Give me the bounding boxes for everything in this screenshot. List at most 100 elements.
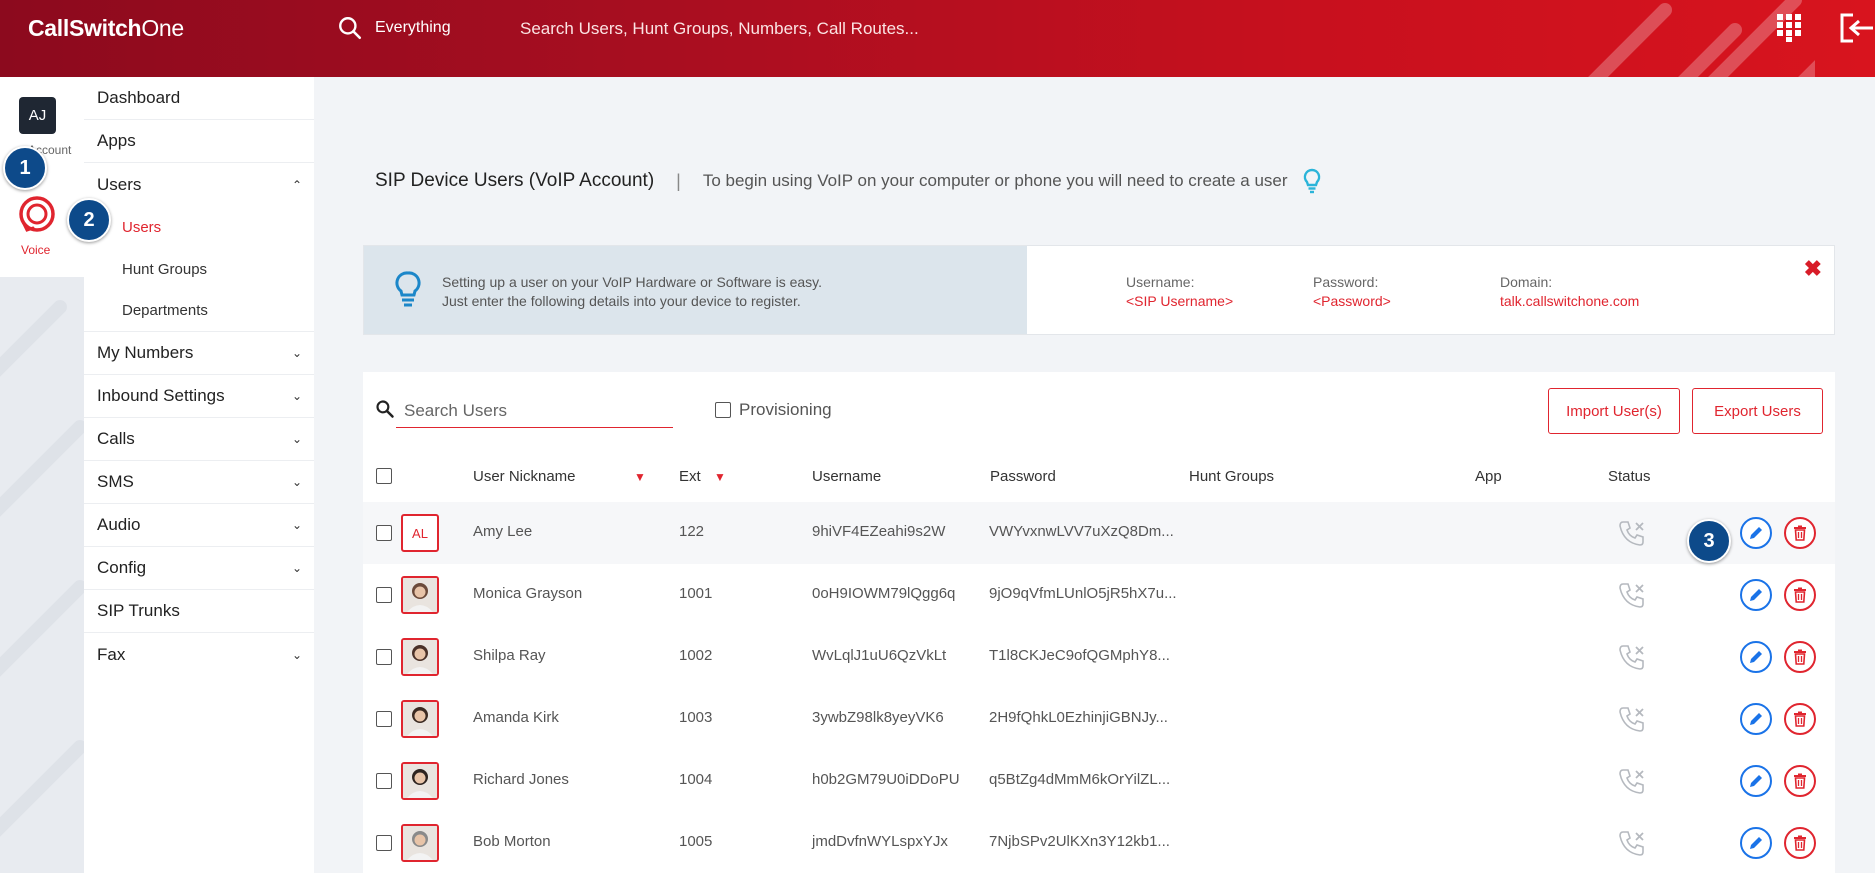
user-username: 9hiVF4EZeahi9s2W — [812, 523, 946, 540]
sidebar-item-audio[interactable]: Audio ⌄ — [84, 504, 314, 547]
setup-info-banner: Setting up a user on your VoIP Hardware … — [363, 245, 1835, 335]
delete-user-button[interactable] — [1784, 579, 1816, 611]
user-photo-image — [403, 702, 437, 736]
edit-user-button[interactable] — [1740, 827, 1772, 859]
import-users-button[interactable]: Import User(s) — [1548, 388, 1680, 434]
user-nickname[interactable]: Bob Morton — [473, 833, 551, 850]
user-nickname[interactable]: Richard Jones — [473, 771, 569, 788]
account-avatar[interactable]: AJ — [19, 97, 56, 134]
chevron-down-icon: ⌄ — [291, 647, 302, 662]
banner-domain: Domain: talk.callswitchone.com — [1500, 274, 1640, 309]
row-checkbox[interactable] — [376, 649, 392, 665]
select-all-checkbox[interactable] — [376, 468, 392, 484]
pencil-icon — [1750, 589, 1762, 601]
user-photo — [401, 700, 439, 738]
edit-user-button[interactable] — [1740, 641, 1772, 673]
col-nickname[interactable]: User Nickname — [473, 468, 576, 485]
table-row[interactable]: Amanda Kirk 1003 3ywbZ98lk8yeyVK6 2H9fQh… — [363, 688, 1835, 750]
sort-down-icon[interactable]: ▼ — [634, 470, 646, 484]
table-row[interactable]: Richard Jones 1004 h0b2GM79U0iDDoPU q5Bt… — [363, 750, 1835, 812]
phone-offline-icon — [1619, 707, 1644, 732]
user-password: 9jO9qVfmLUnlO5jR5hX7u... — [989, 585, 1177, 602]
delete-user-button[interactable] — [1784, 765, 1816, 797]
voice-icon[interactable] — [17, 194, 57, 238]
sidebar-item-dashboard[interactable]: Dashboard — [84, 77, 314, 120]
sidebar-item-users[interactable]: Users ⌃ — [84, 163, 314, 206]
trash-icon — [1794, 649, 1806, 665]
sidebar-item-fax[interactable]: Fax ⌄ — [84, 633, 314, 676]
sidebar-item-apps[interactable]: Apps — [84, 120, 314, 163]
delete-user-button[interactable] — [1784, 827, 1816, 859]
lightbulb-icon[interactable] — [1302, 168, 1322, 194]
edit-user-button[interactable] — [1740, 517, 1772, 549]
col-username: Username — [812, 468, 882, 485]
sidebar-menu: Dashboard Apps Users ⌃ Users Hunt Groups … — [84, 77, 314, 873]
dialpad-icon[interactable] — [1776, 13, 1802, 43]
row-checkbox[interactable] — [376, 587, 392, 603]
col-password: Password — [990, 468, 1056, 485]
row-checkbox[interactable] — [376, 525, 392, 541]
col-hunt-groups: Hunt Groups — [1189, 468, 1275, 485]
edit-user-button[interactable] — [1740, 765, 1772, 797]
sidebar-item-config[interactable]: Config ⌄ — [84, 547, 314, 590]
user-nickname[interactable]: Amanda Kirk — [473, 709, 559, 726]
trash-icon — [1794, 835, 1806, 851]
sidebar-item-calls[interactable]: Calls ⌄ — [84, 418, 314, 461]
row-checkbox[interactable] — [376, 835, 392, 851]
search-scope-selector[interactable]: Everything — [375, 19, 451, 37]
phone-offline-icon — [1619, 831, 1644, 856]
sort-down-icon[interactable]: ▼ — [714, 470, 726, 484]
sidebar-item-sms[interactable]: SMS ⌄ — [84, 461, 314, 504]
user-username: 3ywbZ98lk8yeyVK6 — [812, 709, 944, 726]
sidebar-item-my-numbers[interactable]: My Numbers ⌄ — [84, 332, 314, 375]
user-photo-image — [403, 578, 437, 612]
table-row[interactable]: Monica Grayson 1001 0oH9IOWM79lQgg6q 9jO… — [363, 564, 1835, 626]
delete-user-button[interactable] — [1784, 517, 1816, 549]
search-icon[interactable] — [337, 15, 363, 41]
provisioning-checkbox[interactable] — [715, 402, 731, 418]
user-initials-avatar: AL — [401, 514, 439, 552]
user-nickname[interactable]: Amy Lee — [473, 523, 532, 540]
step-callout-2: 2 — [67, 198, 111, 242]
edit-user-button[interactable] — [1740, 703, 1772, 735]
app-logo[interactable]: CallSwitchOne — [28, 15, 184, 42]
top-bar: CallSwitchOne Everything — [0, 0, 1875, 77]
trash-icon — [1794, 711, 1806, 727]
sidebar-item-inbound-settings[interactable]: Inbound Settings ⌄ — [84, 375, 314, 418]
row-checkbox[interactable] — [376, 711, 392, 727]
header-separator: | — [676, 170, 681, 191]
delete-user-button[interactable] — [1784, 703, 1816, 735]
global-search-input[interactable] — [520, 14, 1080, 44]
sidebar-item-sip-trunks[interactable]: SIP Trunks — [84, 590, 314, 633]
export-users-button[interactable]: Export Users — [1692, 388, 1823, 434]
table-row[interactable]: AL Amy Lee 122 9hiVF4EZeahi9s2W VWYvxnwL… — [363, 502, 1835, 564]
user-password: q5BtZg4dMmM6kOrYilZL... — [989, 771, 1171, 788]
row-checkbox[interactable] — [376, 773, 392, 789]
provisioning-filter[interactable]: Provisioning — [715, 400, 832, 420]
delete-user-button[interactable] — [1784, 641, 1816, 673]
banner-username: Username: <SIP Username> — [1126, 274, 1234, 309]
user-nickname[interactable]: Shilpa Ray — [473, 647, 546, 664]
sidebar-subitem-hunt-groups[interactable]: Hunt Groups — [84, 248, 314, 290]
table-row[interactable]: Shilpa Ray 1002 WvLqlJ1uU6QzVkLt T1l8CKJ… — [363, 626, 1835, 688]
sidebar-subitem-users[interactable]: Users — [84, 206, 314, 248]
user-ext: 1001 — [679, 585, 713, 602]
edit-user-button[interactable] — [1740, 579, 1772, 611]
logout-icon[interactable] — [1839, 12, 1875, 44]
phone-offline-icon — [1619, 769, 1644, 794]
user-photo — [401, 638, 439, 676]
lightbulb-icon — [395, 271, 421, 307]
page-hint: To begin using VoIP on your computer or … — [702, 171, 1288, 190]
step-callout-1: 1 — [3, 146, 47, 190]
table-row[interactable]: Bob Morton 1005 jmdDvfnWYLspxYJx 7NjbSPv… — [363, 812, 1835, 873]
close-icon[interactable]: ✖ — [1804, 256, 1822, 282]
col-ext[interactable]: Ext — [679, 468, 701, 485]
chevron-down-icon: ⌄ — [291, 432, 302, 446]
user-nickname[interactable]: Monica Grayson — [473, 585, 582, 602]
user-ext: 122 — [679, 523, 705, 540]
sidebar-subitem-departments[interactable]: Departments — [84, 290, 314, 332]
user-search-input[interactable] — [396, 394, 673, 428]
user-username: WvLqlJ1uU6QzVkLt — [812, 647, 947, 664]
user-password: VWYvxnwLVV7uXzQ8Dm... — [989, 523, 1174, 540]
user-ext: 1002 — [679, 647, 713, 664]
